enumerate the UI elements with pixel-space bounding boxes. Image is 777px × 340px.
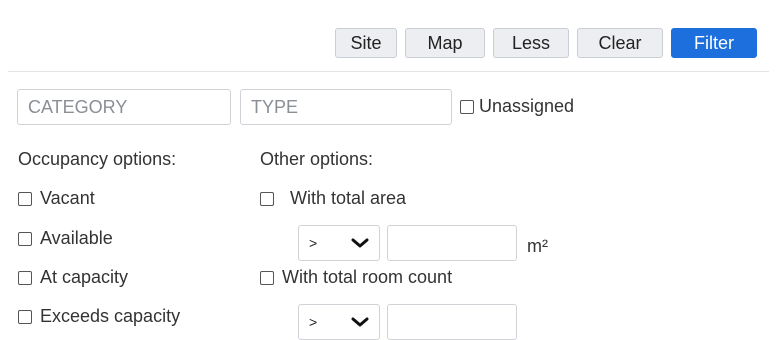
- total-area-option[interactable]: With total area: [260, 188, 406, 209]
- less-button[interactable]: Less: [493, 28, 569, 58]
- unassigned-option[interactable]: Unassigned: [460, 96, 574, 117]
- map-button[interactable]: Map: [405, 28, 485, 58]
- room-count-checkbox[interactable]: [260, 270, 274, 285]
- available-checkbox[interactable]: [18, 231, 32, 246]
- area-operator-value: >: [309, 235, 318, 251]
- available-label: Available: [40, 228, 113, 248]
- unassigned-label: Unassigned: [479, 96, 575, 116]
- divider: [8, 71, 769, 72]
- vacant-checkbox[interactable]: [18, 191, 32, 206]
- room-count-label: With total room count: [282, 267, 453, 287]
- category-input[interactable]: [17, 89, 231, 125]
- filter-button[interactable]: Filter: [671, 28, 757, 58]
- total-area-input[interactable]: [387, 225, 517, 261]
- toolbar: Site Map Less Clear Filter: [335, 28, 757, 58]
- type-input[interactable]: [240, 89, 452, 125]
- room-count-option[interactable]: With total room count: [260, 267, 452, 288]
- unassigned-checkbox[interactable]: [460, 99, 474, 114]
- exceeds-capacity-checkbox[interactable]: [18, 309, 32, 324]
- occupancy-option-vacant[interactable]: Vacant: [18, 188, 95, 209]
- occupancy-option-at-capacity[interactable]: At capacity: [18, 267, 128, 288]
- room-operator-value: >: [309, 314, 318, 330]
- area-operator-select[interactable]: >: [298, 225, 380, 261]
- occupancy-option-available[interactable]: Available: [18, 228, 113, 249]
- total-area-checkbox[interactable]: [260, 191, 274, 206]
- total-area-label: With total area: [290, 188, 407, 208]
- occupancy-heading: Occupancy options:: [18, 149, 177, 169]
- chevron-down-icon: [351, 238, 369, 248]
- exceeds-capacity-label: Exceeds capacity: [40, 306, 181, 326]
- room-operator-select[interactable]: >: [298, 304, 380, 340]
- at-capacity-checkbox[interactable]: [18, 270, 32, 285]
- area-unit: m²: [527, 236, 548, 256]
- clear-button[interactable]: Clear: [577, 28, 663, 58]
- site-button[interactable]: Site: [335, 28, 397, 58]
- chevron-down-icon: [351, 317, 369, 327]
- vacant-label: Vacant: [40, 188, 95, 208]
- occupancy-option-exceeds-capacity[interactable]: Exceeds capacity: [18, 306, 180, 327]
- room-count-input[interactable]: [387, 304, 517, 340]
- at-capacity-label: At capacity: [40, 267, 129, 287]
- other-options-heading: Other options:: [260, 149, 374, 169]
